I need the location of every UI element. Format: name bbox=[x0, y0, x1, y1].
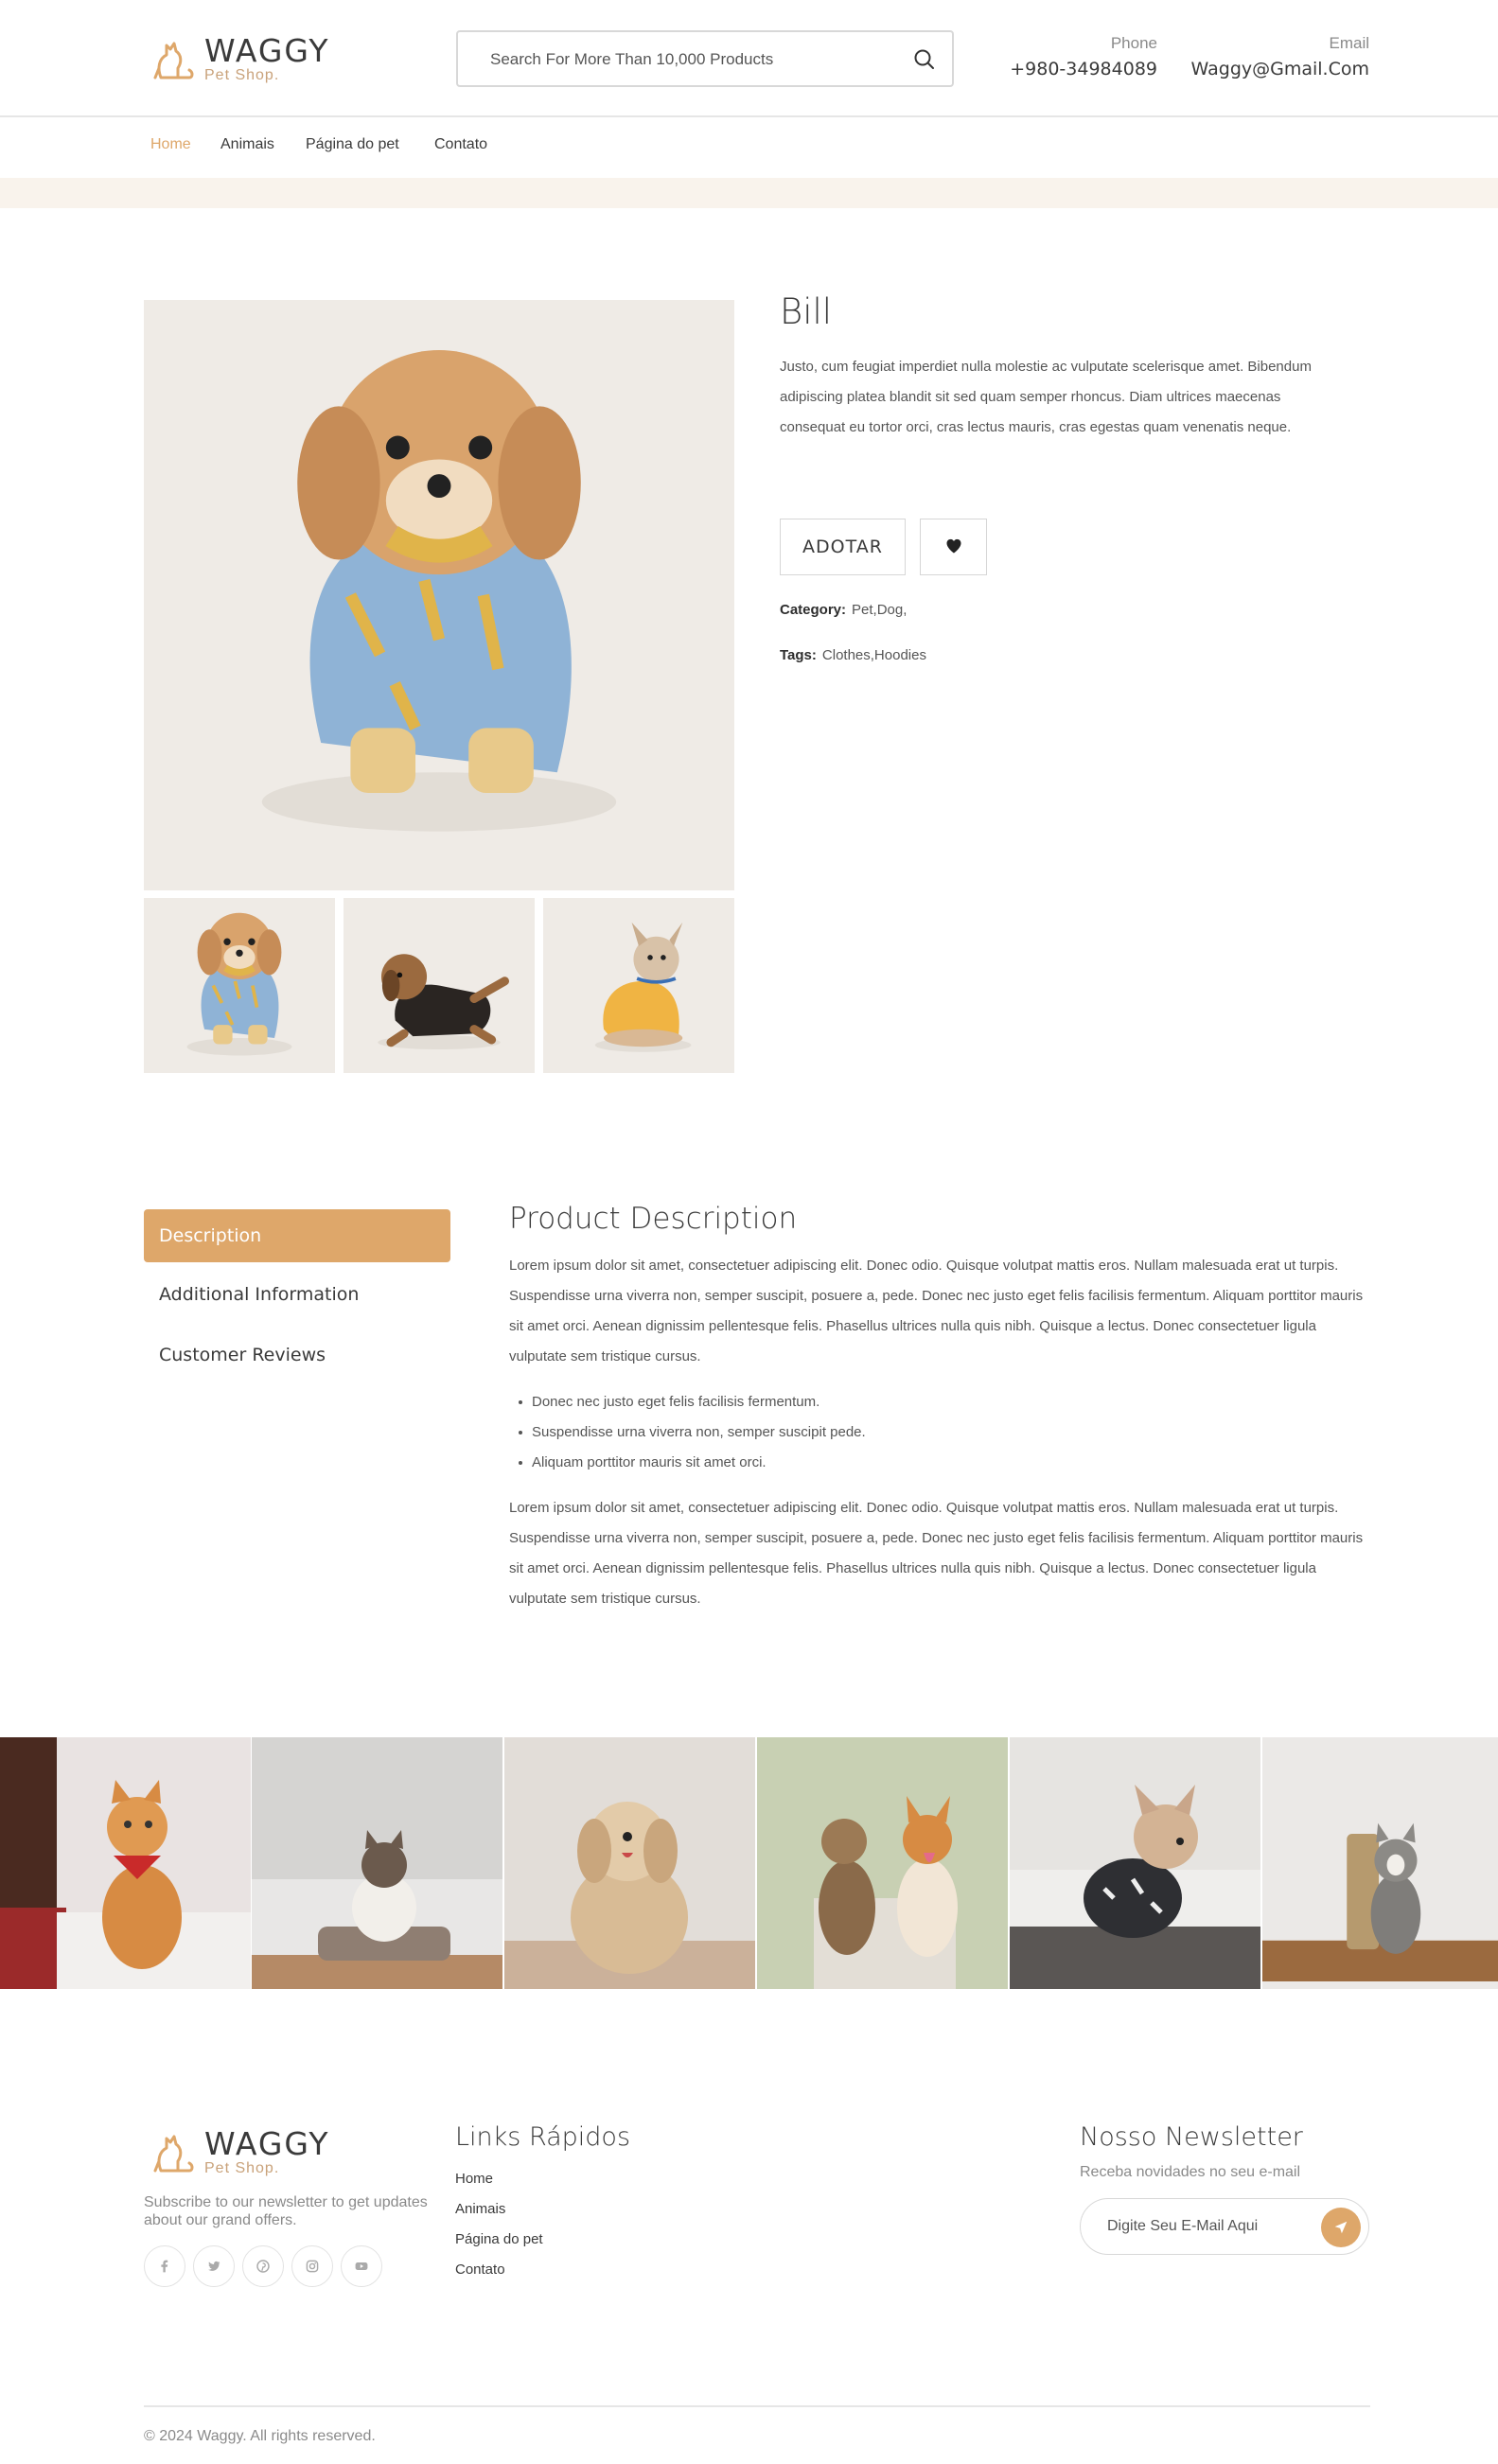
quick-links-title: Links Rápidos bbox=[455, 2122, 631, 2152]
brand-tagline: Pet Shop. bbox=[204, 2159, 280, 2176]
dog-in-blue-hoodie-image bbox=[144, 300, 734, 890]
tab-additional-information[interactable]: Additional Information bbox=[144, 1268, 450, 1321]
adopt-button[interactable]: ADOTAR bbox=[780, 519, 906, 575]
dog-logo-icon bbox=[148, 34, 197, 83]
facebook-icon bbox=[161, 2260, 168, 2273]
dogs-photo bbox=[757, 1737, 1008, 1989]
nav-item-animais[interactable]: Animais bbox=[220, 136, 274, 153]
product-thumbnail-2[interactable] bbox=[344, 898, 535, 1073]
twitter-icon bbox=[208, 2261, 220, 2271]
thumbnail-image bbox=[543, 898, 734, 1073]
gallery-item-two-dogs[interactable] bbox=[757, 1737, 1008, 1989]
dog-logo-icon bbox=[148, 2127, 197, 2176]
facebook-link[interactable] bbox=[144, 2245, 185, 2287]
brand-logo[interactable]: WAGGY Pet Shop. bbox=[148, 34, 329, 83]
wishlist-button[interactable] bbox=[920, 519, 987, 575]
email-label: Email bbox=[1329, 34, 1369, 52]
search-box bbox=[456, 30, 954, 87]
tags-value[interactable]: Clothes,Hoodies bbox=[822, 647, 926, 663]
main-nav: Home Animais Página do pet Contato bbox=[0, 119, 1498, 178]
product-thumbnail-1[interactable] bbox=[144, 898, 335, 1073]
send-icon bbox=[1334, 2221, 1348, 2234]
site-header: WAGGY Pet Shop. Phone +980-34984089 Emai… bbox=[0, 0, 1498, 117]
nav-item-home[interactable]: Home bbox=[150, 136, 191, 153]
description-bullets: Donec nec justo eget felis facilisis fer… bbox=[509, 1387, 1361, 1478]
product-tags: Tags: Clothes,Hoodies bbox=[780, 647, 926, 663]
brand-name: WAGGY bbox=[204, 31, 330, 69]
category-value[interactable]: Pet,Dog, bbox=[852, 602, 907, 618]
list-item: Suspendisse urna viverra non, semper sus… bbox=[509, 1417, 1361, 1448]
kitten-photo bbox=[1262, 1822, 1498, 1981]
newsletter-text: Receba novidades no seu e-mail bbox=[1080, 2164, 1301, 2180]
dog-photo bbox=[504, 1802, 755, 1989]
description-paragraph-1: Lorem ipsum dolor sit amet, consectetuer… bbox=[509, 1258, 1364, 1364]
newsletter-submit-button[interactable] bbox=[1321, 2208, 1361, 2247]
footer-link-animais[interactable]: Animais bbox=[455, 2201, 505, 2217]
product-description: Justo, cum feugiat imperdiet nulla moles… bbox=[780, 359, 1312, 435]
email-block: Email Waggy@Gmail.Com bbox=[1191, 34, 1369, 79]
cat-photo bbox=[252, 1737, 502, 1989]
footer-link-contato[interactable]: Contato bbox=[455, 2262, 505, 2278]
search-icon[interactable] bbox=[912, 47, 937, 72]
pet-gallery bbox=[0, 1737, 1498, 1989]
header-band bbox=[0, 178, 1498, 208]
phone-value[interactable]: +980-34984089 bbox=[1010, 59, 1157, 79]
product-category: Category: Pet,Dog, bbox=[780, 602, 907, 618]
description-title: Product Description bbox=[509, 1202, 798, 1236]
nav-item-contato[interactable]: Contato bbox=[434, 136, 487, 153]
gallery-item-cat-bandana[interactable] bbox=[0, 1737, 251, 1989]
footer-brand-logo[interactable]: WAGGY Pet Shop. bbox=[148, 2127, 329, 2176]
brand-tagline: Pet Shop. bbox=[204, 66, 280, 83]
thumbnail-image bbox=[344, 898, 535, 1073]
thumbnail-image bbox=[144, 898, 335, 1073]
dog-photo bbox=[1010, 1737, 1260, 1989]
newsletter-form bbox=[1080, 2198, 1369, 2255]
gallery-item-fluffy-dog[interactable] bbox=[504, 1737, 755, 1989]
description-paragraph-2: Lorem ipsum dolor sit amet, consectetuer… bbox=[509, 1500, 1364, 1607]
email-value[interactable]: Waggy@Gmail.Com bbox=[1191, 59, 1369, 79]
copyright-text: © 2024 Waggy. All rights reserved. bbox=[144, 2428, 376, 2444]
product-name: Bill bbox=[780, 291, 833, 332]
tab-customer-reviews[interactable]: Customer Reviews bbox=[144, 1329, 450, 1382]
pinterest-link[interactable] bbox=[242, 2245, 284, 2287]
newsletter-title: Nosso Newsletter bbox=[1080, 2122, 1303, 2152]
twitter-link[interactable] bbox=[193, 2245, 235, 2287]
instagram-link[interactable] bbox=[291, 2245, 333, 2287]
gallery-item-kitten[interactable] bbox=[1262, 1737, 1498, 1989]
cat-photo bbox=[0, 1737, 251, 1989]
footer-divider bbox=[144, 2405, 1370, 2407]
product-main-image[interactable] bbox=[144, 300, 734, 890]
category-label: Category: bbox=[780, 602, 847, 618]
phone-block: Phone +980-34984089 bbox=[1010, 34, 1157, 79]
heart-icon bbox=[946, 538, 960, 553]
gallery-item-cat-bed[interactable] bbox=[252, 1737, 502, 1989]
newsletter-email-input[interactable] bbox=[1107, 2214, 1296, 2239]
pinterest-icon bbox=[256, 2260, 270, 2273]
youtube-icon bbox=[355, 2262, 368, 2270]
gallery-item-french-bulldog[interactable] bbox=[1010, 1737, 1260, 1989]
instagram-icon bbox=[306, 2260, 319, 2273]
list-item: Donec nec justo eget felis facilisis fer… bbox=[509, 1387, 1361, 1417]
youtube-link[interactable] bbox=[341, 2245, 382, 2287]
phone-label: Phone bbox=[1110, 34, 1157, 52]
search-input[interactable] bbox=[490, 45, 888, 74]
footer-subscribe-text: Subscribe to our newsletter to get updat… bbox=[144, 2194, 428, 2228]
brand-name: WAGGY bbox=[204, 2124, 330, 2162]
footer-link-pagina-do-pet[interactable]: Página do pet bbox=[455, 2231, 543, 2247]
tags-label: Tags: bbox=[780, 647, 817, 663]
list-item: Aliquam porttitor mauris sit amet orci. bbox=[509, 1448, 1361, 1478]
nav-item-pagina-do-pet[interactable]: Página do pet bbox=[306, 136, 399, 153]
footer-link-home[interactable]: Home bbox=[455, 2171, 493, 2187]
product-thumbnail-3[interactable] bbox=[543, 898, 734, 1073]
tab-description[interactable]: Description bbox=[144, 1209, 450, 1262]
